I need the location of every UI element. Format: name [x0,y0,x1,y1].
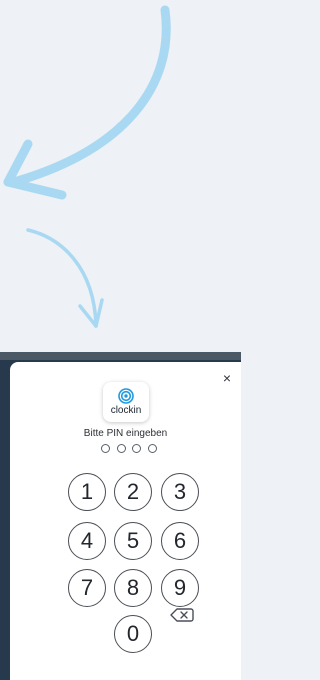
pin-dot [101,444,110,453]
pin-entry-dialog: × clockin Bitte PIN eingeben 1 2 3 4 5 6… [10,362,241,680]
key-9[interactable]: 9 [161,569,199,607]
arrow-1-shaft [9,5,171,187]
pin-dot [132,444,142,453]
key-8[interactable]: 8 [114,569,152,607]
key-0[interactable]: 0 [114,615,152,653]
key-3[interactable]: 3 [161,473,199,511]
key-7[interactable]: 7 [68,569,106,607]
key-4[interactable]: 4 [68,522,106,560]
logo-text: clockin [110,405,142,416]
close-button[interactable]: × [219,370,235,386]
arrow-annotation [3,5,171,328]
key-5[interactable]: 5 [114,522,152,560]
clockin-logo: clockin [103,382,149,422]
key-1[interactable]: 1 [68,473,106,511]
arrow-2-head-right [94,298,104,328]
backdrop-top-edge [0,352,241,360]
pin-dot [116,444,126,453]
pin-prompt: Bitte PIN eingeben [83,428,168,439]
backspace-icon[interactable] [170,607,194,623]
pin-dot [147,444,157,453]
clockin-logo-icon [118,388,134,404]
arrow-1-head-lower [3,177,67,200]
key-2[interactable]: 2 [114,473,152,511]
pin-indicator [101,444,157,454]
key-6[interactable]: 6 [161,522,199,560]
